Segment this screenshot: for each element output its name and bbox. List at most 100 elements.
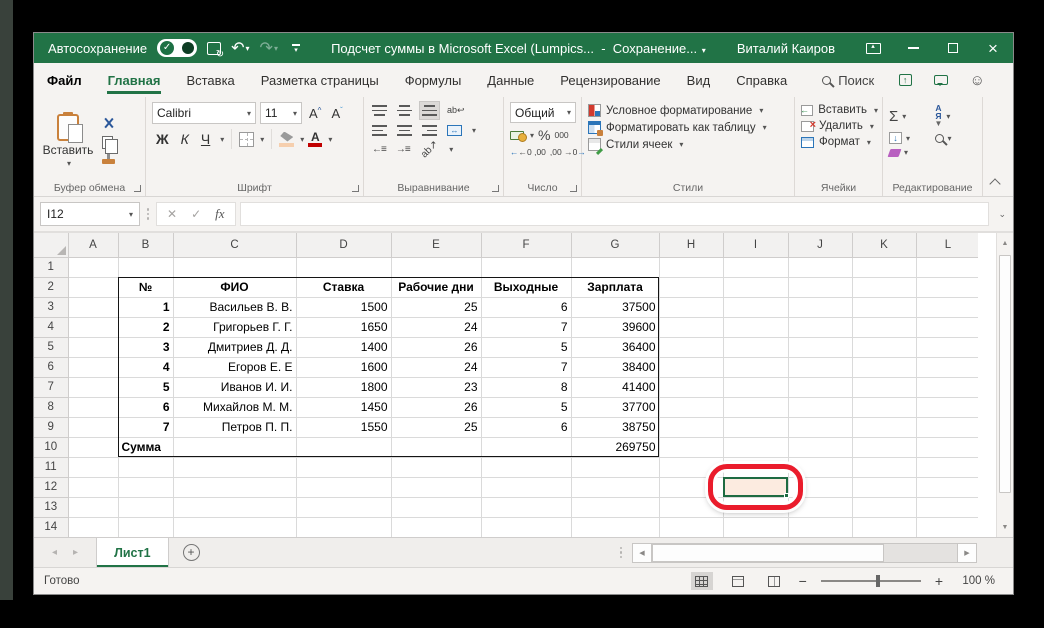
horizontal-scrollbar[interactable]: ◀ ▶: [632, 542, 977, 563]
cell-A4[interactable]: [68, 317, 119, 338]
cell-C5[interactable]: Дмитриев Д. Д.: [172, 336, 297, 358]
page-break-view-button[interactable]: [763, 572, 785, 590]
column-header-L[interactable]: L: [916, 233, 981, 258]
column-header-H[interactable]: H: [659, 233, 724, 258]
dialog-launcher-icon[interactable]: [134, 185, 141, 192]
cell-L4[interactable]: [916, 317, 981, 338]
zoom-out-button[interactable]: −: [799, 573, 807, 589]
sheet-tab[interactable]: Лист1: [96, 538, 169, 567]
zoom-slider-thumb[interactable]: [875, 574, 880, 587]
cell-K13[interactable]: [852, 497, 917, 518]
row-header-5[interactable]: 5: [34, 337, 69, 358]
cell-B13[interactable]: [118, 497, 174, 518]
column-header-C[interactable]: C: [173, 233, 297, 258]
cell-A7[interactable]: [68, 377, 119, 398]
cell-J9[interactable]: [788, 417, 853, 438]
format-painter-icon[interactable]: [102, 154, 115, 164]
cell-L8[interactable]: [916, 397, 981, 418]
cell-B10[interactable]: Сумма: [117, 436, 174, 458]
cell-H7[interactable]: [659, 377, 724, 398]
cell-E11[interactable]: [391, 457, 482, 478]
increase-decimal-button[interactable]: ←←0 ,00: [510, 147, 546, 157]
fill-handle[interactable]: [784, 493, 789, 498]
cell-G5[interactable]: 36400: [570, 336, 660, 358]
cell-D3[interactable]: 1500: [295, 296, 392, 318]
copy-icon[interactable]: [102, 136, 118, 154]
align-bottom-button[interactable]: [419, 101, 440, 120]
cell-L14[interactable]: [916, 517, 981, 537]
cell-A12[interactable]: [68, 477, 119, 498]
cell-E10[interactable]: [390, 436, 482, 458]
cell-C12[interactable]: [173, 477, 297, 498]
row-header-13[interactable]: 13: [34, 497, 69, 518]
row-header-10[interactable]: 10: [34, 437, 69, 458]
tab-page-layout[interactable]: Разметка страницы: [248, 63, 392, 97]
dialog-launcher-icon[interactable]: [352, 185, 359, 192]
cell-F3[interactable]: 6: [480, 296, 572, 318]
cell-D8[interactable]: 1450: [295, 396, 392, 418]
cell-A2[interactable]: [68, 277, 119, 298]
row-header-1[interactable]: 1: [34, 257, 69, 278]
cell-C7[interactable]: Иванов И. И.: [172, 376, 297, 398]
merge-center-button[interactable]: ↔: [445, 123, 464, 138]
column-header-E[interactable]: E: [391, 233, 482, 258]
cell-J6[interactable]: [788, 357, 853, 378]
row-header-7[interactable]: 7: [34, 377, 69, 398]
column-header-B[interactable]: B: [118, 233, 174, 258]
cell-I9[interactable]: [723, 417, 789, 438]
add-sheet-button[interactable]: +: [182, 544, 200, 561]
cell-A14[interactable]: [68, 517, 119, 537]
cell-H9[interactable]: [659, 417, 724, 438]
cell-A8[interactable]: [68, 397, 119, 418]
cell-E8[interactable]: 26: [390, 396, 482, 418]
decrease-decimal-button[interactable]: ,00 →0→: [550, 147, 586, 157]
cell-F6[interactable]: 7: [480, 356, 572, 378]
cell-styles-button[interactable]: Стили ячеек ▾: [588, 138, 790, 151]
column-header-G[interactable]: G: [571, 233, 660, 258]
cell-J8[interactable]: [788, 397, 853, 418]
orientation-button[interactable]: ab↗: [418, 139, 442, 161]
align-right-button[interactable]: [420, 122, 439, 139]
vertical-scroll-thumb[interactable]: [999, 255, 1011, 493]
cell-K4[interactable]: [852, 317, 917, 338]
cell-I6[interactable]: [723, 357, 789, 378]
cell-E6[interactable]: 24: [390, 356, 482, 378]
cell-C6[interactable]: Егоров Е. Е: [172, 356, 297, 378]
cell-H4[interactable]: [659, 317, 724, 338]
collapse-ribbon-icon[interactable]: [989, 178, 1001, 190]
cell-K2[interactable]: [852, 277, 917, 298]
cell-D14[interactable]: [296, 517, 392, 537]
align-left-button[interactable]: [370, 122, 389, 139]
cell-D2[interactable]: Ставка: [295, 276, 392, 298]
chevron-down-icon[interactable]: ▾: [328, 135, 332, 144]
find-select-button[interactable]: ▾: [934, 132, 979, 144]
chevron-down-icon[interactable]: ▾: [472, 126, 476, 135]
chevron-down-icon[interactable]: ▾: [246, 44, 250, 53]
comments-icon[interactable]: [933, 75, 948, 86]
insert-function-button[interactable]: fx: [215, 206, 224, 222]
cell-L11[interactable]: [916, 457, 981, 478]
row-header-3[interactable]: 3: [34, 297, 69, 318]
cell-B12[interactable]: [118, 477, 174, 498]
comma-style-button[interactable]: 000: [554, 130, 568, 140]
cell-H1[interactable]: [659, 257, 724, 278]
cell-D11[interactable]: [296, 457, 392, 478]
cell-J7[interactable]: [788, 377, 853, 398]
cell-I3[interactable]: [723, 297, 789, 318]
share-icon[interactable]: [898, 74, 912, 86]
clear-button[interactable]: ▾: [887, 148, 933, 157]
cell-A10[interactable]: [68, 437, 119, 458]
chevron-down-icon[interactable]: ▾: [449, 145, 453, 154]
active-cell[interactable]: [723, 477, 789, 498]
cell-B6[interactable]: 4: [117, 356, 174, 378]
cell-A6[interactable]: [68, 357, 119, 378]
cell-L2[interactable]: [916, 277, 981, 298]
cell-E2[interactable]: Рабочие дни: [390, 276, 482, 298]
chevron-down-icon[interactable]: ▾: [530, 131, 534, 140]
cell-G12[interactable]: [571, 477, 660, 498]
cell-B1[interactable]: [118, 257, 174, 278]
cell-H14[interactable]: [659, 517, 724, 537]
align-top-button[interactable]: [370, 102, 389, 119]
cell-A13[interactable]: [68, 497, 119, 518]
increase-font-button[interactable]: А^: [306, 106, 324, 121]
